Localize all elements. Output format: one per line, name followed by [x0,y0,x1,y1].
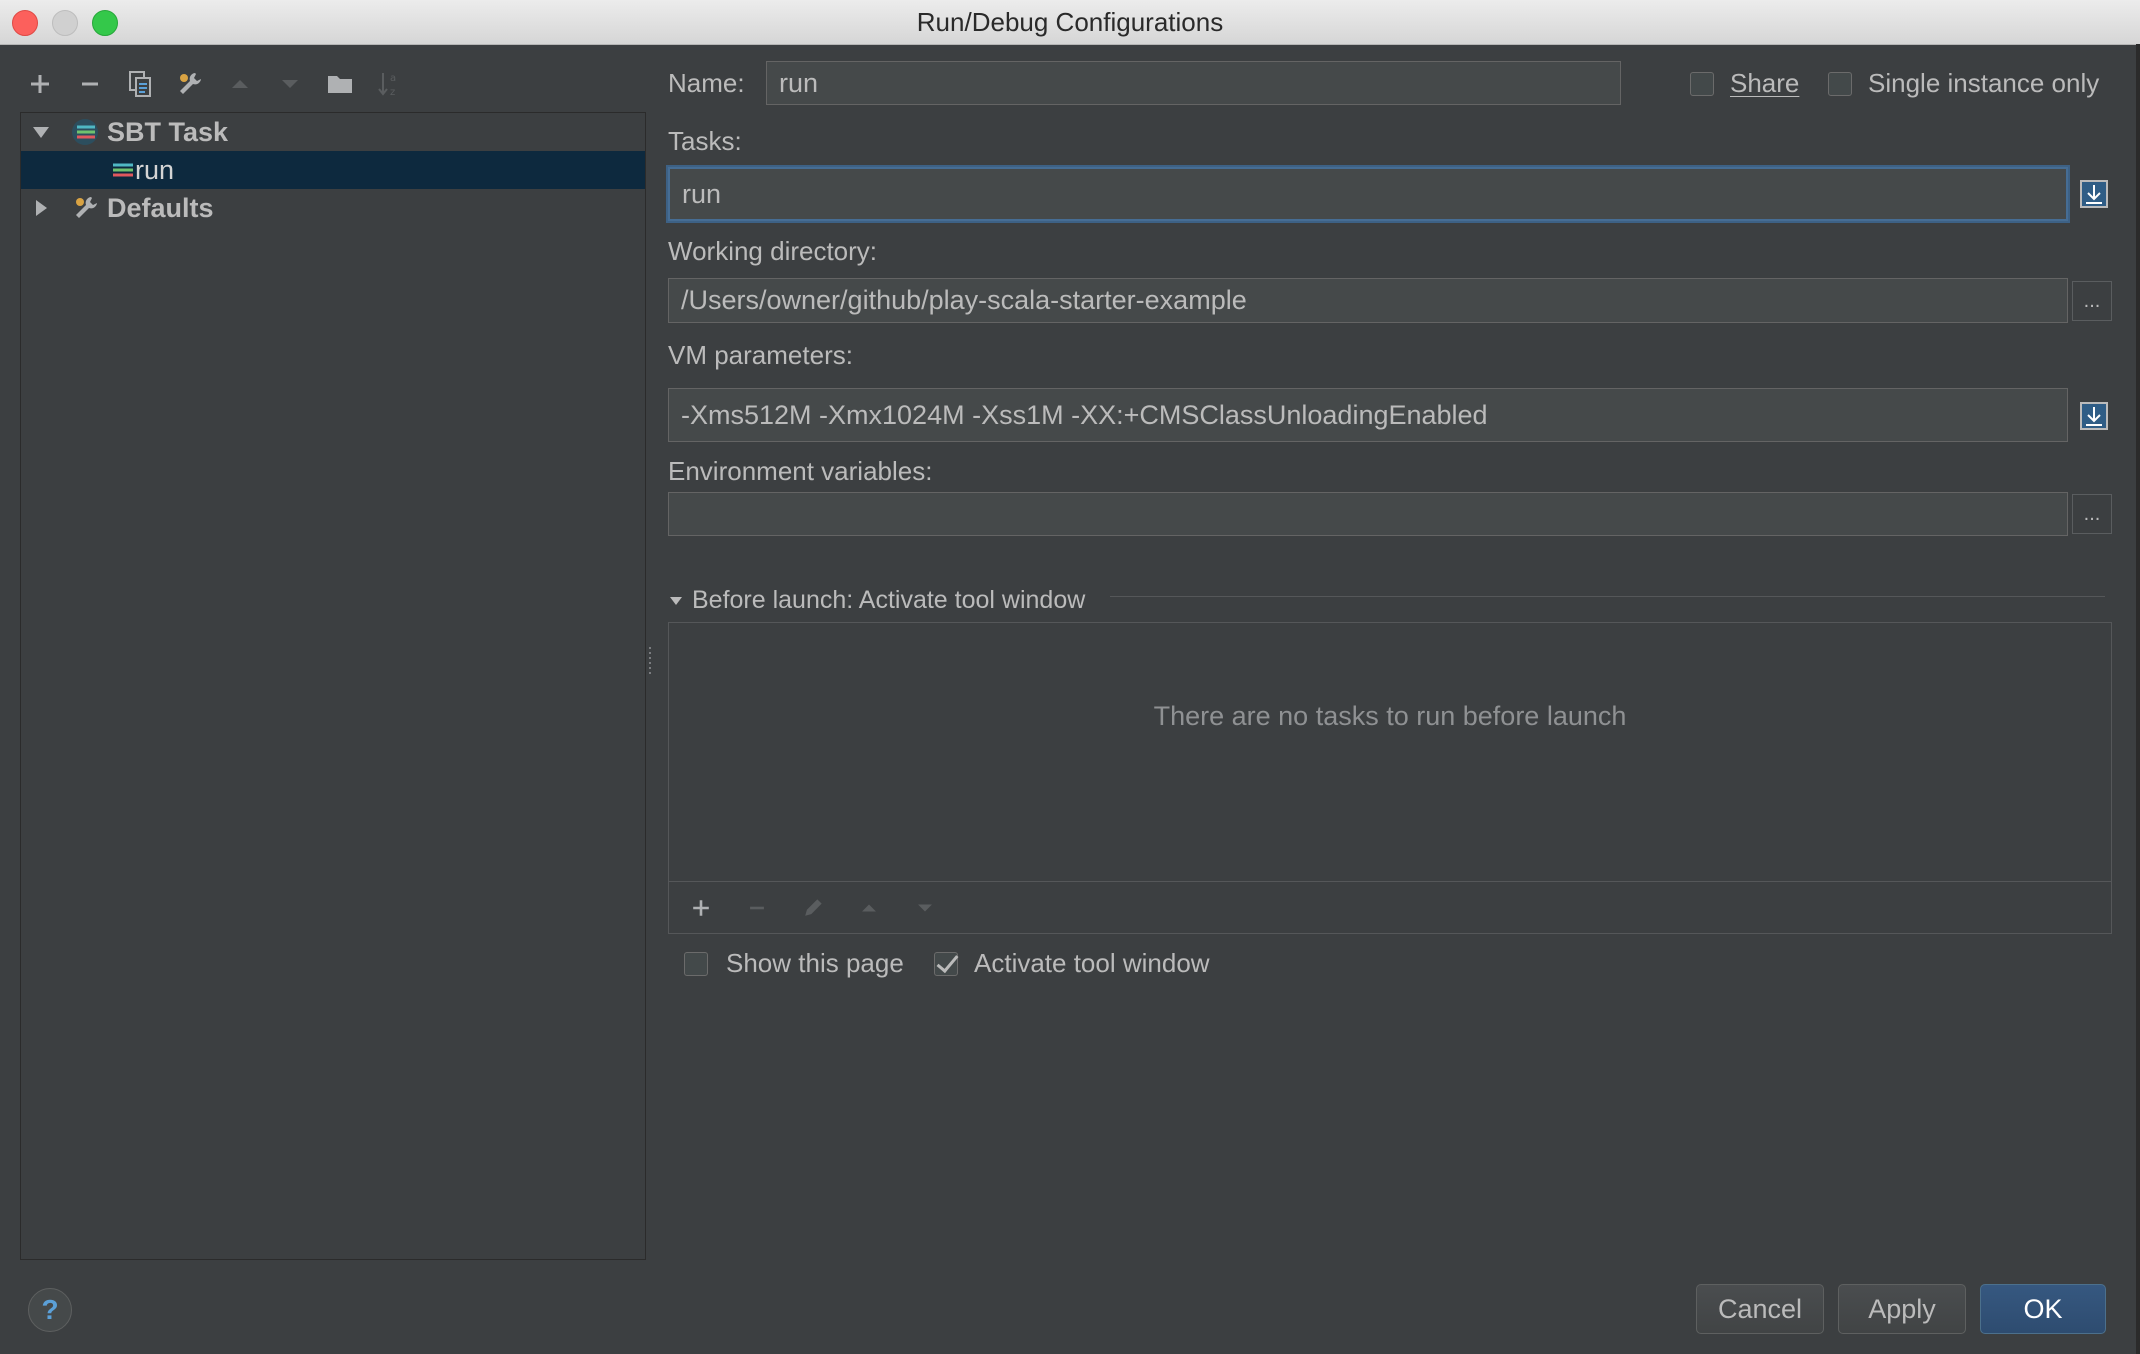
tree-item-run[interactable]: run [21,151,645,189]
tree-item-label: Defaults [107,192,214,223]
single-instance-label[interactable]: Single instance only [1868,68,2099,99]
configurations-toolbar: a z [22,62,408,106]
collapse-section-icon [670,596,682,605]
expand-field-icon [2080,402,2108,430]
move-up-icon [232,80,248,88]
tree-item-label: SBT Task [107,116,229,147]
name-field[interactable]: run [766,61,1621,105]
help-button[interactable]: ? [28,1288,72,1332]
add-configuration-button[interactable] [22,66,58,102]
show-this-page-checkbox[interactable] [684,952,708,976]
window-title: Run/Debug Configurations [916,7,1224,37]
move-task-down-button[interactable] [907,890,943,926]
svg-text:a: a [390,73,396,84]
edit-task-button[interactable] [795,890,831,926]
expand-field-icon [2080,180,2108,208]
add-icon [693,899,709,916]
expand-tasks-button[interactable] [2074,174,2114,214]
tree-item-defaults[interactable]: Defaults [21,189,645,227]
move-down-icon [282,80,298,88]
show-this-page-label[interactable]: Show this page [726,948,904,979]
add-task-button[interactable] [683,890,719,926]
expand-arrow-icon[interactable] [29,120,53,144]
wrench-icon [71,194,103,222]
sort-configurations-button[interactable]: a z [372,66,408,102]
remove-icon [82,82,98,86]
sort-alpha-icon: a z [378,73,396,98]
sbt-icon [71,118,103,146]
before-launch-title: Before launch: Activate tool window [692,586,1086,614]
working-directory-field[interactable]: /Users/owner/github/play-scala-starter-e… [668,278,2068,323]
move-up-button[interactable] [222,66,258,102]
section-divider [1110,596,2105,597]
environment-variables-field[interactable] [668,492,2068,536]
collapse-arrow-icon[interactable] [29,196,53,220]
before-launch-header[interactable]: Before launch: Activate tool window [668,586,1085,615]
tasks-label: Tasks: [668,126,742,156]
cancel-button[interactable]: Cancel [1696,1284,1824,1334]
configurations-tree: SBT Task run Defaults [20,112,646,1260]
working-directory-label: Working directory: [668,236,878,266]
activate-tool-window-label[interactable]: Activate tool window [974,948,1210,979]
add-icon [31,75,49,93]
tree-item-sbt-task[interactable]: SBT Task [21,113,645,151]
folder-icon [328,76,352,93]
create-folder-button[interactable] [322,66,358,102]
before-launch-toolbar [669,881,2111,933]
splitter-handle[interactable] [648,645,654,675]
run-debug-configurations-dialog: Run/Debug Configurations a z SBT Task ru… [0,0,2140,1354]
name-label: Name: [668,68,745,98]
svg-text:z: z [390,87,395,98]
share-label[interactable]: Share [1730,68,1799,99]
tasks-field[interactable]: run [668,167,2068,221]
single-instance-checkbox[interactable] [1828,72,1852,96]
share-checkbox[interactable] [1690,72,1714,96]
wrench-icon [180,73,201,94]
move-task-up-button[interactable] [851,890,887,926]
expand-vm-parameters-button[interactable] [2074,396,2114,436]
pencil-icon [805,898,822,916]
title-bar: Run/Debug Configurations [0,0,2140,45]
remove-task-button[interactable] [739,890,775,926]
empty-tasks-message: There are no tasks to run before launch [1153,701,1627,731]
tree-item-label: run [135,154,175,185]
move-down-icon [918,904,932,911]
browse-working-directory-button[interactable]: ... [2072,281,2112,321]
apply-button[interactable]: Apply [1838,1284,1966,1334]
vm-parameters-label: VM parameters: [668,340,853,370]
sbt-run-icon [111,156,135,184]
move-up-icon [862,904,876,911]
edit-defaults-button[interactable] [172,66,208,102]
ok-button[interactable]: OK [1980,1284,2106,1334]
window-edge [2136,44,2140,1354]
activate-tool-window-checkbox[interactable] [934,952,958,976]
copy-icon [129,71,151,97]
remove-configuration-button[interactable] [72,66,108,102]
environment-variables-label: Environment variables: [668,456,933,486]
copy-configuration-button[interactable] [122,66,158,102]
edit-environment-variables-button[interactable]: ... [2072,494,2112,534]
before-launch-task-list: There are no tasks to run before launch [668,622,2112,934]
remove-icon [750,906,764,909]
vm-parameters-field[interactable]: -Xms512M -Xmx1024M -Xss1M -XX:+CMSClassU… [668,388,2068,442]
move-down-button[interactable] [272,66,308,102]
